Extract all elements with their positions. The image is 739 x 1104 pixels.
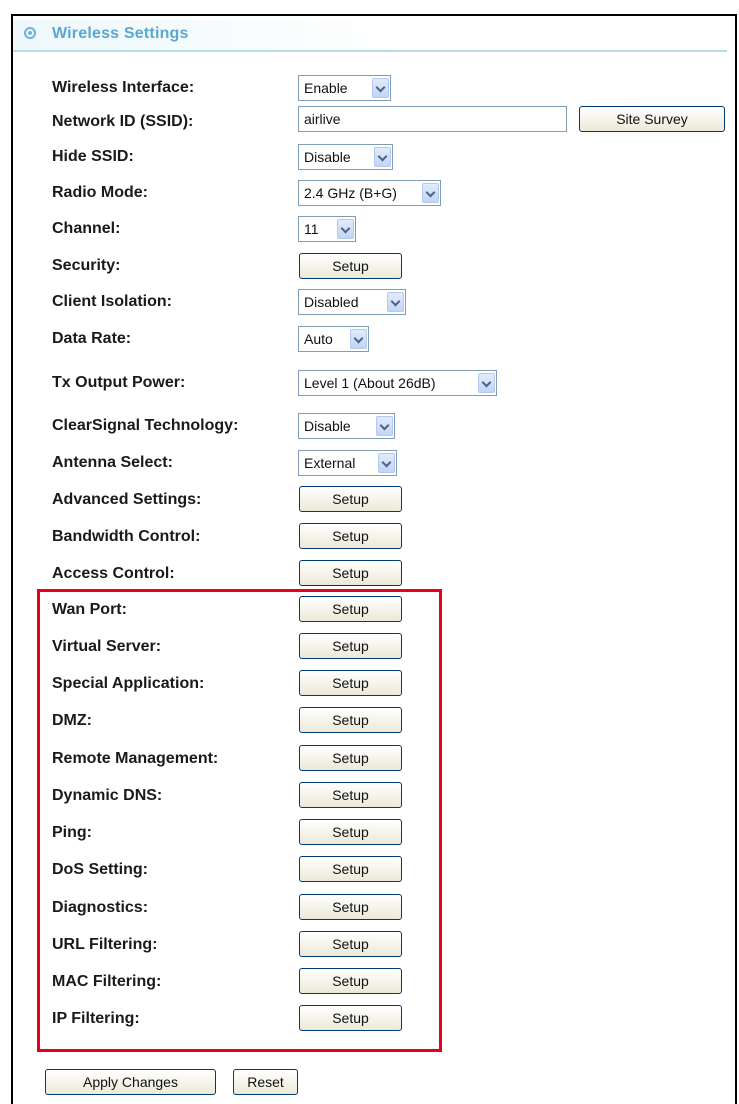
chevron-down-icon[interactable]	[374, 147, 391, 167]
section-header: Wireless Settings	[13, 20, 727, 52]
chevron-down-icon[interactable]	[372, 78, 389, 98]
bandwidth-control-setup-button[interactable]: Setup	[299, 523, 402, 549]
mac-filtering-label: MAC Filtering:	[52, 973, 162, 990]
remote-management-setup-button[interactable]: Setup	[299, 745, 402, 771]
security-setup-button[interactable]: Setup	[299, 253, 402, 279]
site-survey-button[interactable]: Site Survey	[579, 106, 725, 132]
clearsignal-label: ClearSignal Technology:	[52, 417, 239, 434]
radio-bullet-icon	[24, 27, 36, 39]
tx-output-power-value: Level 1 (About 26dB)	[304, 375, 436, 391]
hide-ssid-select[interactable]: Disable	[298, 144, 393, 170]
reset-button[interactable]: Reset	[233, 1069, 298, 1095]
chevron-down-icon[interactable]	[422, 183, 439, 203]
advanced-settings-label: Advanced Settings:	[52, 491, 202, 508]
special-application-setup-button[interactable]: Setup	[299, 670, 402, 696]
ip-filtering-label: IP Filtering:	[52, 1010, 140, 1027]
ip-filtering-setup-button[interactable]: Setup	[299, 1005, 402, 1031]
virtual-server-label: Virtual Server:	[52, 638, 162, 655]
wireless-interface-label: Wireless Interface:	[52, 79, 195, 96]
wan-port-label: Wan Port:	[52, 601, 127, 618]
apply-changes-button[interactable]: Apply Changes	[45, 1069, 216, 1095]
ssid-input[interactable]	[298, 106, 567, 132]
tx-output-power-select[interactable]: Level 1 (About 26dB)	[298, 370, 497, 396]
channel-label: Channel:	[52, 220, 121, 237]
virtual-server-setup-button[interactable]: Setup	[299, 633, 402, 659]
dmz-label: DMZ:	[52, 712, 92, 729]
ping-setup-button[interactable]: Setup	[299, 819, 402, 845]
chevron-down-icon[interactable]	[376, 416, 393, 436]
wireless-interface-value: Enable	[304, 80, 348, 96]
dynamic-dns-label: Dynamic DNS:	[52, 787, 163, 804]
hide-ssid-value: Disable	[304, 149, 351, 165]
dos-setting-setup-button[interactable]: Setup	[299, 856, 402, 882]
chevron-down-icon[interactable]	[350, 329, 367, 349]
access-control-label: Access Control:	[52, 565, 175, 582]
data-rate-label: Data Rate:	[52, 330, 132, 347]
tx-output-power-label: Tx Output Power:	[52, 374, 186, 391]
chevron-down-icon[interactable]	[378, 453, 395, 473]
security-label: Security:	[52, 257, 121, 274]
clearsignal-select[interactable]: Disable	[298, 413, 395, 439]
url-filtering-label: URL Filtering:	[52, 936, 158, 953]
channel-value: 11	[304, 221, 319, 237]
wan-port-setup-button[interactable]: Setup	[299, 596, 402, 622]
chevron-down-icon[interactable]	[337, 219, 354, 239]
antenna-select-select[interactable]: External	[298, 450, 397, 476]
antenna-select-value: External	[304, 455, 356, 471]
chevron-down-icon[interactable]	[387, 292, 404, 312]
clearsignal-value: Disable	[304, 418, 351, 434]
client-isolation-value: Disabled	[304, 294, 359, 310]
hide-ssid-label: Hide SSID:	[52, 148, 134, 165]
ping-label: Ping:	[52, 824, 92, 841]
client-isolation-label: Client Isolation:	[52, 293, 172, 310]
mac-filtering-setup-button[interactable]: Setup	[299, 968, 402, 994]
diagnostics-setup-button[interactable]: Setup	[299, 894, 402, 920]
ssid-label: Network ID (SSID):	[52, 113, 194, 130]
client-isolation-select[interactable]: Disabled	[298, 289, 406, 315]
dmz-setup-button[interactable]: Setup	[299, 707, 402, 733]
wireless-interface-select[interactable]: Enable	[298, 75, 391, 101]
channel-select[interactable]: 11	[298, 216, 356, 242]
data-rate-value: Auto	[304, 331, 333, 347]
data-rate-select[interactable]: Auto	[298, 326, 369, 352]
radio-mode-select[interactable]: 2.4 GHz (B+G)	[298, 180, 441, 206]
remote-management-label: Remote Management:	[52, 750, 219, 767]
chevron-down-icon[interactable]	[478, 373, 495, 393]
special-application-label: Special Application:	[52, 675, 205, 692]
dos-setting-label: DoS Setting:	[52, 861, 148, 878]
url-filtering-setup-button[interactable]: Setup	[299, 931, 402, 957]
access-control-setup-button[interactable]: Setup	[299, 560, 402, 586]
dynamic-dns-setup-button[interactable]: Setup	[299, 782, 402, 808]
radio-mode-value: 2.4 GHz (B+G)	[304, 185, 397, 201]
page-title: Wireless Settings	[52, 25, 189, 42]
diagnostics-label: Diagnostics:	[52, 899, 149, 916]
radio-mode-label: Radio Mode:	[52, 184, 148, 201]
advanced-settings-setup-button[interactable]: Setup	[299, 486, 402, 512]
antenna-select-label: Antenna Select:	[52, 454, 173, 471]
bandwidth-control-label: Bandwidth Control:	[52, 528, 201, 545]
